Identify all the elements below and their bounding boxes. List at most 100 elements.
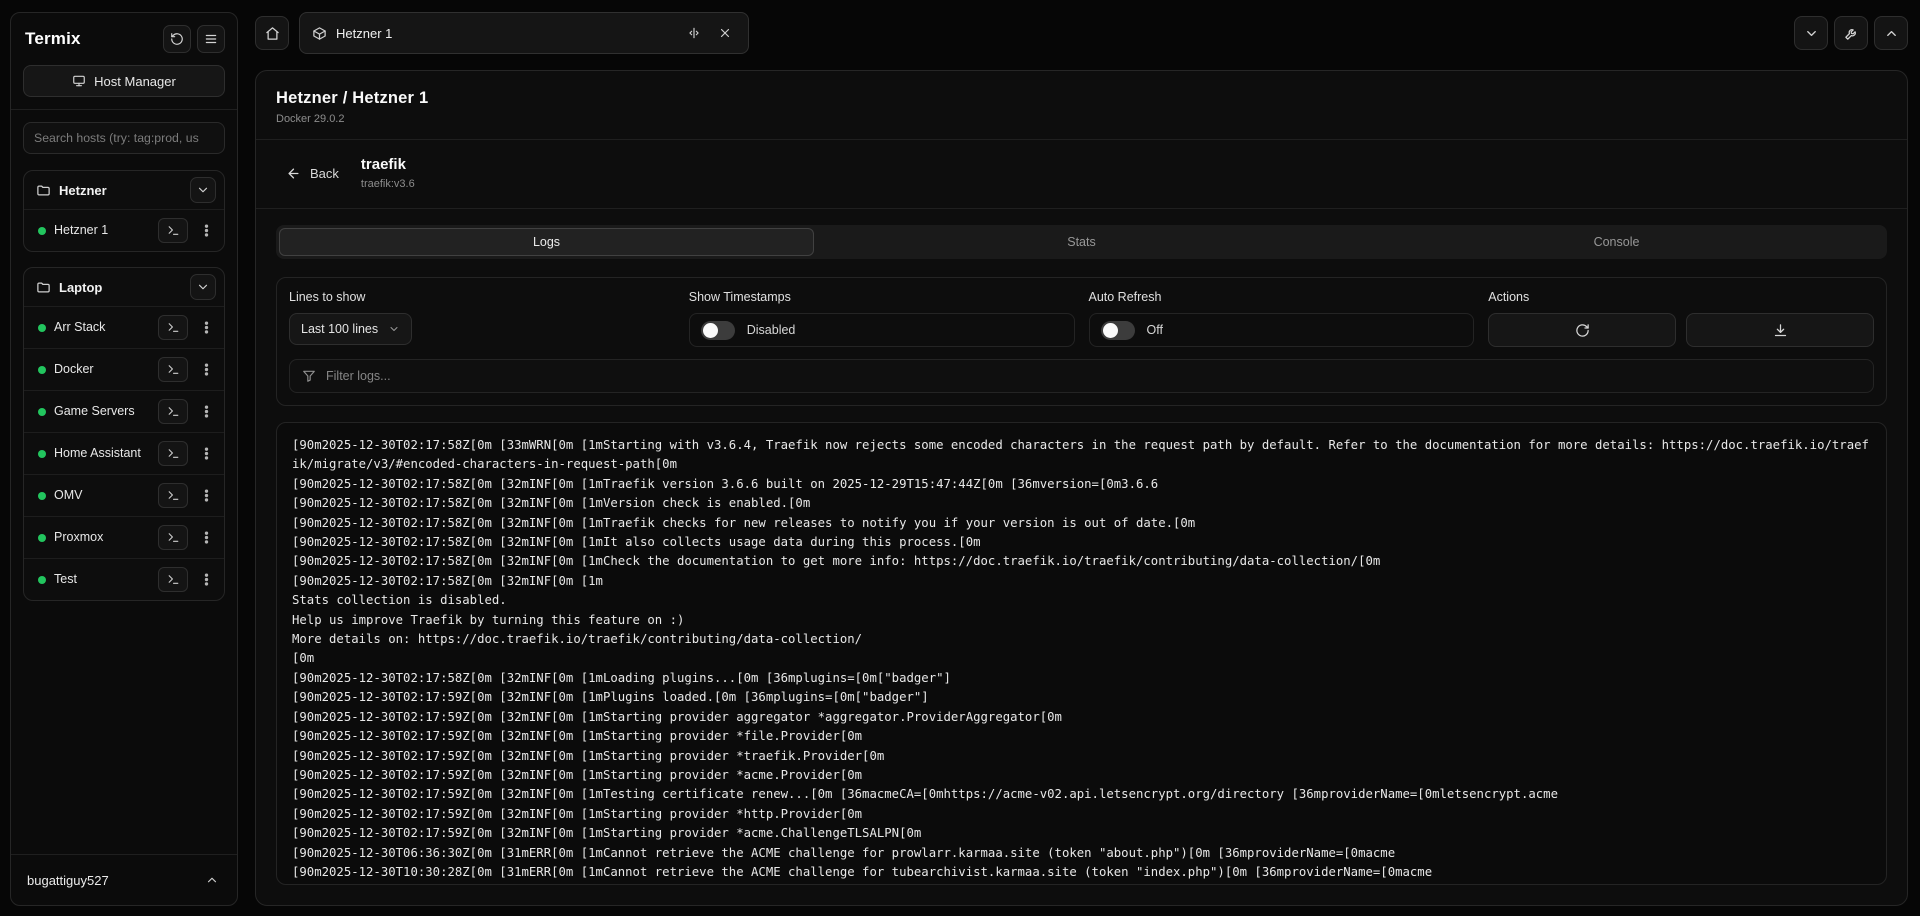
timestamps-label: Show Timestamps [689,290,1075,304]
log-line: [90m2025-12-30T02:17:58Z[0m [32mINF[0m [… [292,494,1871,513]
back-button[interactable]: Back [286,166,339,181]
log-line: [0m [292,649,1871,668]
kebab-menu-icon [199,488,214,503]
sidebar: Termix Host Manager HetznerHetzner 1 Lapt… [10,12,238,906]
host-item[interactable]: OMV [24,474,224,516]
host-terminal-button[interactable] [158,357,188,382]
host-menu-button[interactable] [196,441,216,466]
host-menu-button[interactable] [196,483,216,508]
group-collapse-button[interactable] [190,177,216,203]
host-menu-button[interactable] [196,399,216,424]
status-dot [38,492,46,500]
host-terminal-button[interactable] [158,483,188,508]
log-line: [90m2025-12-30T02:17:59Z[0m [32mINF[0m [… [292,727,1871,746]
auto-refresh-toggle[interactable] [1101,321,1135,340]
tab-console[interactable]: Console [1349,228,1884,256]
log-controls: Lines to show Last 100 lines Show Timest… [276,277,1887,406]
log-line: [90m2025-12-30T02:17:59Z[0m [32mINF[0m [… [292,747,1871,766]
app-root: Termix Host Manager HetznerHetzner 1Lapt… [0,0,1920,916]
container-header: Back traefik traefik:v3.6 [276,154,1887,194]
timestamps-control: Show Timestamps Disabled [689,290,1075,347]
log-line: More details on: https://doc.traefik.io/… [292,630,1871,649]
host-group-header[interactable]: Hetzner [24,171,224,209]
host-manager-button[interactable]: Host Manager [23,65,225,97]
kebab-menu-icon [199,530,214,545]
container-title-block: traefik traefik:v3.6 [361,156,415,190]
app-title: Termix [25,29,157,49]
host-item[interactable]: Hetzner 1 [24,209,224,251]
close-icon [718,26,732,40]
filter-funnel-icon [302,369,316,383]
panel-up-button[interactable] [1874,16,1908,50]
host-name: Docker [54,361,150,378]
host-item[interactable]: Home Assistant [24,432,224,474]
host-menu-button[interactable] [196,357,216,382]
refresh-cw-icon [1575,323,1590,338]
host-terminal-button[interactable] [158,525,188,550]
panel-down-button[interactable] [1794,16,1828,50]
host-terminal-button[interactable] [158,315,188,340]
timestamps-toggle[interactable] [701,321,735,340]
host-terminal-button[interactable] [158,399,188,424]
host-item[interactable]: Test [24,558,224,600]
topbar-actions [1794,16,1908,50]
host-name: Home Assistant [54,445,150,462]
lines-select[interactable]: Last 100 lines [289,313,412,345]
host-menu-button[interactable] [196,567,216,592]
tools-button[interactable] [1834,16,1868,50]
kebab-menu-icon [199,320,214,335]
group-collapse-button[interactable] [190,274,216,300]
toggle-knob [1103,323,1118,338]
chevron-up-icon [1884,26,1899,41]
status-dot [38,450,46,458]
host-item[interactable]: Game Servers [24,390,224,432]
split-view-button[interactable] [683,22,705,44]
tab-logs[interactable]: Logs [279,228,814,256]
host-item[interactable]: Docker [24,348,224,390]
host-terminal-button[interactable] [158,441,188,466]
session-tab[interactable]: Hetzner 1 [299,12,749,54]
host-item[interactable]: Arr Stack [24,306,224,348]
download-icon [1773,323,1788,338]
host-menu-button[interactable] [196,218,216,243]
sidebar-menu-button[interactable] [197,25,225,53]
host-terminal-button[interactable] [158,567,188,592]
log-line: [90m2025-12-30T02:17:58Z[0m [32mINF[0m [… [292,475,1871,494]
sidebar-refresh-button[interactable] [163,25,191,53]
timestamps-value: Disabled [747,323,796,337]
kebab-menu-icon [199,362,214,377]
home-button[interactable] [255,16,289,50]
log-line: [90m2025-12-30T02:17:59Z[0m [32mINF[0m [… [292,824,1871,843]
log-line: [90m2025-12-30T02:17:58Z[0m [32mINF[0m [… [292,572,1871,591]
terminal-icon [167,531,180,544]
filter-input[interactable] [326,369,1861,383]
kebab-menu-icon [199,404,214,419]
host-group-header[interactable]: Laptop [24,268,224,306]
host-group: HetznerHetzner 1 [23,170,225,252]
chevron-down-icon [196,183,210,197]
host-item[interactable]: Proxmox [24,516,224,558]
host-name: Arr Stack [54,319,150,336]
folder-icon [36,280,51,295]
log-output[interactable]: [90m2025-12-30T02:17:58Z[0m [33mWRN[0m [… [276,422,1887,885]
chevron-down-icon [196,280,210,294]
tab-stats[interactable]: Stats [814,228,1349,256]
host-menu-button[interactable] [196,525,216,550]
search-input[interactable] [23,122,225,154]
view-tabs: LogsStatsConsole [276,225,1887,259]
lines-control: Lines to show Last 100 lines [289,290,675,347]
host-terminal-button[interactable] [158,218,188,243]
close-tab-button[interactable] [714,22,736,44]
host-menu-button[interactable] [196,315,216,340]
log-line: Stats collection is disabled. [292,591,1871,610]
container-image: traefik:v3.6 [361,178,415,190]
timestamps-row: Disabled [689,313,1075,347]
server-panel: Hetzner / Hetzner 1 Docker 29.0.2 Back t… [255,70,1908,906]
host-manager-label: Host Manager [94,74,176,89]
refresh-logs-button[interactable] [1488,313,1676,347]
download-logs-button[interactable] [1686,313,1874,347]
status-dot [38,366,46,374]
back-label: Back [310,166,339,181]
host-groups: HetznerHetzner 1 Laptop Arr Stack Docker Gam… [11,170,237,854]
user-collapse-button[interactable] [199,867,225,893]
